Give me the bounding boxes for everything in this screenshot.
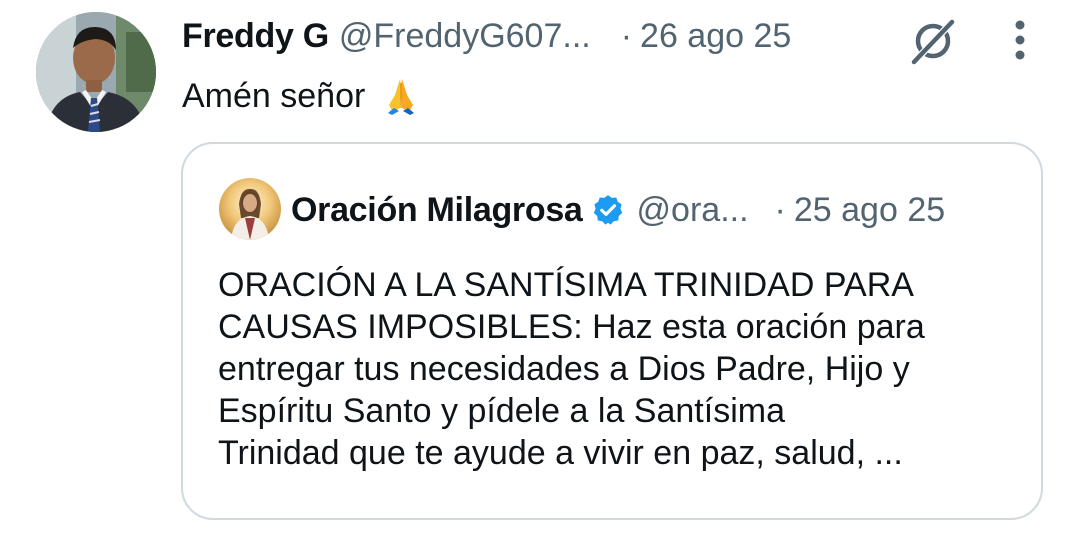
quoted-author-handle[interactable]: @ora... [637,191,749,230]
quoted-tweet-card[interactable]: Oración Milagrosa @ora... · 25 ago 25 OR… [181,142,1043,520]
verified-badge-icon [593,195,622,225]
tweet-header: Freddy G @FreddyG607... · 26 ago 25 [182,14,791,58]
grok-icon [911,19,955,65]
author-name[interactable]: Freddy G [182,17,329,56]
folded-hands-emoji [387,79,414,115]
author-avatar[interactable] [36,12,156,132]
quoted-tweet-text: ORACIÓN A LA SANTÍSIMA TRINIDAD PARA CAU… [218,266,925,472]
quoted-author-name[interactable]: Oración Milagrosa [291,191,583,230]
author-handle[interactable]: @FreddyG607... [339,17,591,56]
grok-button[interactable] [904,12,962,70]
tweet-date[interactable]: 26 ago 25 [640,17,791,56]
tweet-text: Amén señor [182,74,421,118]
tweet[interactable]: Freddy G @FreddyG607... · 26 ago 25 Amén… [0,0,1080,540]
quoted-tweet-header: Oración Milagrosa @ora... · 25 ago 25 [291,186,945,234]
separator-dot: · [620,16,633,55]
more-options-icon [1015,20,1025,60]
quoted-separator-dot: · [774,190,786,229]
more-options-button[interactable] [1002,14,1038,66]
tweet-text-content: Amén señor [182,77,366,115]
quoted-author-avatar[interactable] [219,178,281,240]
quoted-tweet-date[interactable]: 25 ago 25 [794,191,945,230]
